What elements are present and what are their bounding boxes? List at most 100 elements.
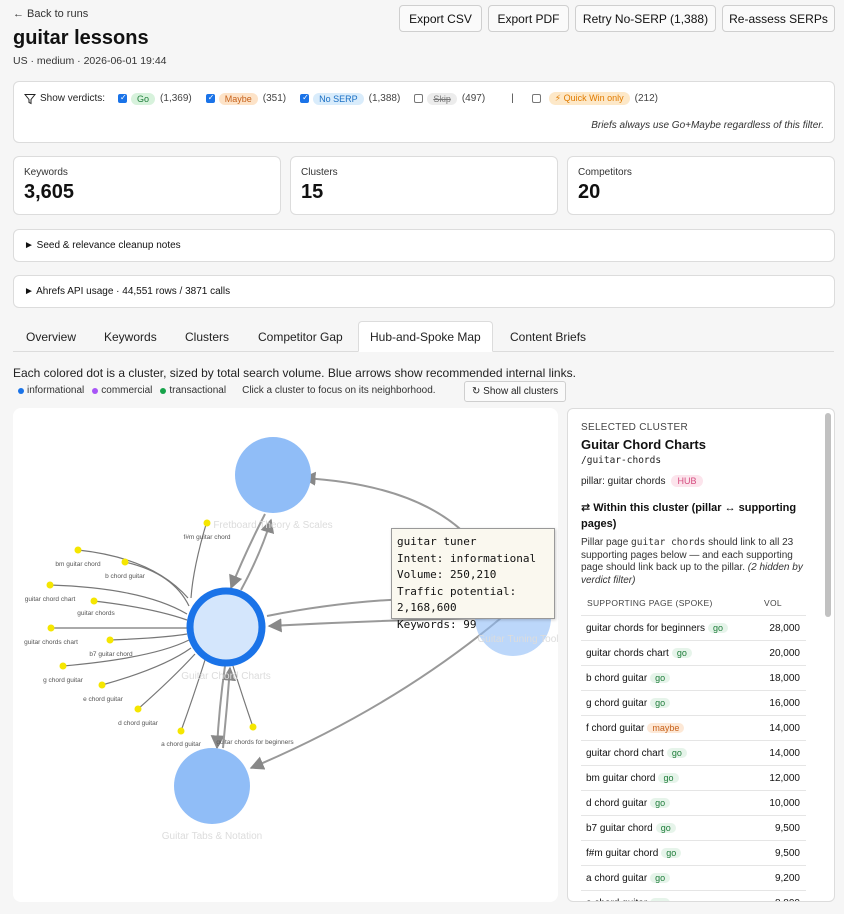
hub-spoke-graph[interactable]: Fretboard Theory & Scales Guitar Tuning … xyxy=(13,408,558,902)
spoke-volume: 28,000 xyxy=(769,622,800,634)
maybe-pill: Maybe xyxy=(218,92,258,105)
verdict-badge: go xyxy=(650,798,671,808)
spoke-label: g chord guitar xyxy=(43,677,84,684)
separator: | xyxy=(511,93,514,104)
skip-checkbox[interactable] xyxy=(414,94,424,103)
selected-cluster-panel: SELECTED CLUSTER Guitar Chord Charts /gu… xyxy=(567,408,835,902)
tab-clusters[interactable]: Clusters xyxy=(185,321,229,352)
tooltip-volume: Volume: 250,210 xyxy=(397,568,497,581)
spoke-volume: 10,000 xyxy=(769,797,800,809)
tab-hub-and-spoke-map[interactable]: Hub-and-Spoke Map xyxy=(358,321,493,352)
spoke-label: b7 guitar chord xyxy=(89,651,133,658)
spoke-dot[interactable] xyxy=(74,546,82,554)
tab-bar: Overview Keywords Clusters Competitor Ga… xyxy=(13,321,834,352)
maybe-checkbox[interactable] xyxy=(205,93,215,103)
table-row[interactable]: e chord guitargo 8,800 xyxy=(581,890,806,901)
table-row[interactable]: f chord guitar maybe 14,000 xyxy=(581,715,806,740)
stat-label: Keywords xyxy=(24,167,68,178)
spoke-label: guitar chords for beginners xyxy=(216,739,294,746)
export-csv-button[interactable]: Export CSV xyxy=(399,5,482,32)
quick-win-pill: ⚡ Quick Win only xyxy=(548,92,630,105)
tooltip-name: guitar tuner xyxy=(397,535,477,548)
verdict-badge: go xyxy=(650,698,671,708)
legend-commercial: commercial xyxy=(101,385,153,396)
spoke-dot[interactable] xyxy=(47,624,55,632)
tooltip-intent: Intent: informational xyxy=(397,551,537,565)
spoke-label: e chord guitar xyxy=(83,696,124,703)
table-row[interactable]: a chord guitar go 9,200 xyxy=(581,865,806,890)
spoke-dot[interactable] xyxy=(203,519,211,527)
quick-win-checkbox[interactable] xyxy=(531,94,541,103)
spoke-dot[interactable] xyxy=(98,681,106,689)
verdict-badge: go xyxy=(666,748,687,758)
cluster-node-center[interactable] xyxy=(186,587,266,667)
tooltip-keywords: Keywords: 99 xyxy=(397,617,477,631)
table-row[interactable]: b chord guitar go 18,000 xyxy=(581,665,806,690)
spoke-dot[interactable] xyxy=(121,558,129,566)
spoke-dot[interactable] xyxy=(90,597,98,605)
spoke-label: a chord guitar xyxy=(161,741,202,748)
skip-pill: Skip xyxy=(427,92,457,105)
pillar-row: pillar: guitar chords HUB xyxy=(581,475,703,487)
cluster-node-bottom[interactable] xyxy=(174,748,250,824)
cluster-node-top[interactable] xyxy=(235,437,311,513)
graph-svg: Fretboard Theory & Scales Guitar Tuning … xyxy=(24,437,558,842)
export-pdf-button[interactable]: Export PDF xyxy=(488,5,569,32)
verdict-badge: go xyxy=(650,673,671,683)
cluster-label-bottom: Guitar Tabs & Notation xyxy=(162,831,262,842)
tab-overview[interactable]: Overview xyxy=(26,321,76,352)
stat-value: 3,605 xyxy=(24,181,75,203)
spoke-page: bm guitar chord xyxy=(586,772,656,784)
cluster-tooltip: guitar tuner Intent: informational Volum… xyxy=(391,528,555,631)
spoke-label: bm guitar chord xyxy=(55,561,101,568)
table-row[interactable]: guitar chord chart go 14,000 xyxy=(581,740,806,765)
informational-dot-icon xyxy=(18,387,24,394)
reassess-serps-button[interactable]: Re-assess SERPs xyxy=(722,5,835,32)
spoke-volume: 14,000 xyxy=(769,722,800,734)
spoke-dot[interactable] xyxy=(59,662,67,670)
seed-cleanup-notes-toggle[interactable]: ► Seed & relevance cleanup notes xyxy=(13,229,835,262)
stat-value: 15 xyxy=(301,181,324,203)
table-row[interactable]: b7 guitar chord go 9,500 xyxy=(581,815,806,840)
spoke-page: guitar chords chart xyxy=(586,647,669,659)
spoke-dot[interactable] xyxy=(177,727,185,735)
tab-content-briefs[interactable]: Content Briefs xyxy=(510,321,586,352)
spoke-label: d chord guitar xyxy=(118,720,159,727)
spoke-volume: 9,200 xyxy=(774,872,800,884)
transactional-dot-icon xyxy=(160,387,167,394)
table-row[interactable]: guitar chords chart go 20,000 xyxy=(581,640,806,665)
spoke-page: d chord guitar xyxy=(586,797,648,809)
spoke-page: guitar chord chart xyxy=(586,747,664,759)
pillar-label: pillar: guitar chords xyxy=(581,475,666,487)
back-to-runs-link[interactable]: ← Back to runs xyxy=(13,8,88,20)
tab-keywords[interactable]: Keywords xyxy=(104,321,157,352)
table-row[interactable]: d chord guitar go 10,000 xyxy=(581,790,806,815)
table-row[interactable]: f#m guitar chord go 9,500 xyxy=(581,840,806,865)
spoke-dot[interactable] xyxy=(46,581,54,589)
tab-competitor-gap[interactable]: Competitor Gap xyxy=(258,321,343,352)
retry-no-serp-button[interactable]: Retry No-SERP (1,388) xyxy=(575,5,716,32)
map-legend: informational commercial transactional C… xyxy=(18,385,436,396)
panel-scrollbar[interactable] xyxy=(825,413,831,617)
verdict-badge: go xyxy=(650,873,671,883)
no-serp-count: (1,388) xyxy=(368,93,401,104)
ahrefs-usage-toggle[interactable]: ► Ahrefs API usage · 44,551 rows / 3871 … xyxy=(13,275,835,308)
table-row[interactable]: g chord guitar go 16,000 xyxy=(581,690,806,715)
spoke-dot[interactable] xyxy=(249,723,257,731)
selected-cluster-name: Guitar Chord Charts xyxy=(581,437,706,452)
spoke-dot[interactable] xyxy=(106,636,114,644)
go-checkbox[interactable] xyxy=(118,93,128,103)
spoke-volume: 16,000 xyxy=(769,697,800,709)
cluster-label-top: Fretboard Theory & Scales xyxy=(213,520,332,531)
stat-keywords: Keywords 3,605 xyxy=(13,156,281,215)
spoke-volume: 9,500 xyxy=(774,847,800,859)
map-hint: Click a cluster to focus on its neighbor… xyxy=(242,385,436,396)
table-row[interactable]: bm guitar chord go 12,000 xyxy=(581,765,806,790)
spoke-page: f#m guitar chord xyxy=(586,847,659,859)
no-serp-checkbox[interactable] xyxy=(300,93,310,103)
spoke-page: guitar chords for beginners xyxy=(586,622,705,634)
table-row[interactable]: guitar chords for beginners go 28,000 xyxy=(581,615,806,640)
show-all-clusters-button[interactable]: ↻ Show all clusters xyxy=(464,381,567,402)
spoke-dot[interactable] xyxy=(134,705,142,713)
go-count: (1,369) xyxy=(160,93,192,104)
